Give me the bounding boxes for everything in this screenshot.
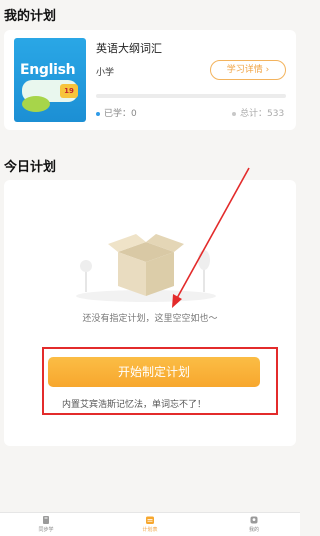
book-name: 英语大纲词汇 [96,42,162,55]
tab-label: 我的 [248,527,259,533]
calendar-icon [146,516,154,524]
learned-label: 已学：0 [104,109,137,119]
empty-state-text: 还没有指定计划，这里空空如也～ [82,314,218,324]
bottom-tab-bar: 同步学 计划表 我的 [0,512,300,536]
tab-label: 同步学 [38,527,54,533]
tab-profile[interactable]: 我的 [224,515,284,533]
empty-box-icon [76,234,216,302]
book-cover-image[interactable]: English 19 [14,38,86,122]
book-icon [43,516,49,524]
study-progress-bar [96,94,286,98]
book-level: 小学 [96,68,115,78]
tab-sync-study[interactable]: 同步学 [16,515,76,533]
study-details-button[interactable]: 学习详情 › [210,60,286,80]
profile-icon [250,516,258,524]
plan-card[interactable]: English 19 英语大纲词汇 小学 学习详情 › 已学：0 总计：533 [4,30,296,130]
highlight-box [42,347,278,415]
book-cover-blob [22,96,50,112]
my-plan-title: 我的计划 [4,9,57,24]
today-plan-title: 今日计划 [4,160,57,175]
blue-dot-icon [96,111,100,116]
tab-label: 计划表 [142,527,158,533]
tab-plan[interactable]: 计划表 [120,515,180,533]
gray-dot-icon [232,111,236,116]
book-cover-badge: 19 [60,84,78,98]
total-label: 总计：533 [240,109,285,119]
book-cover-title: English [20,62,76,78]
learned-count: 已学：0 [96,106,137,119]
total-count: 总计：533 [232,106,284,119]
